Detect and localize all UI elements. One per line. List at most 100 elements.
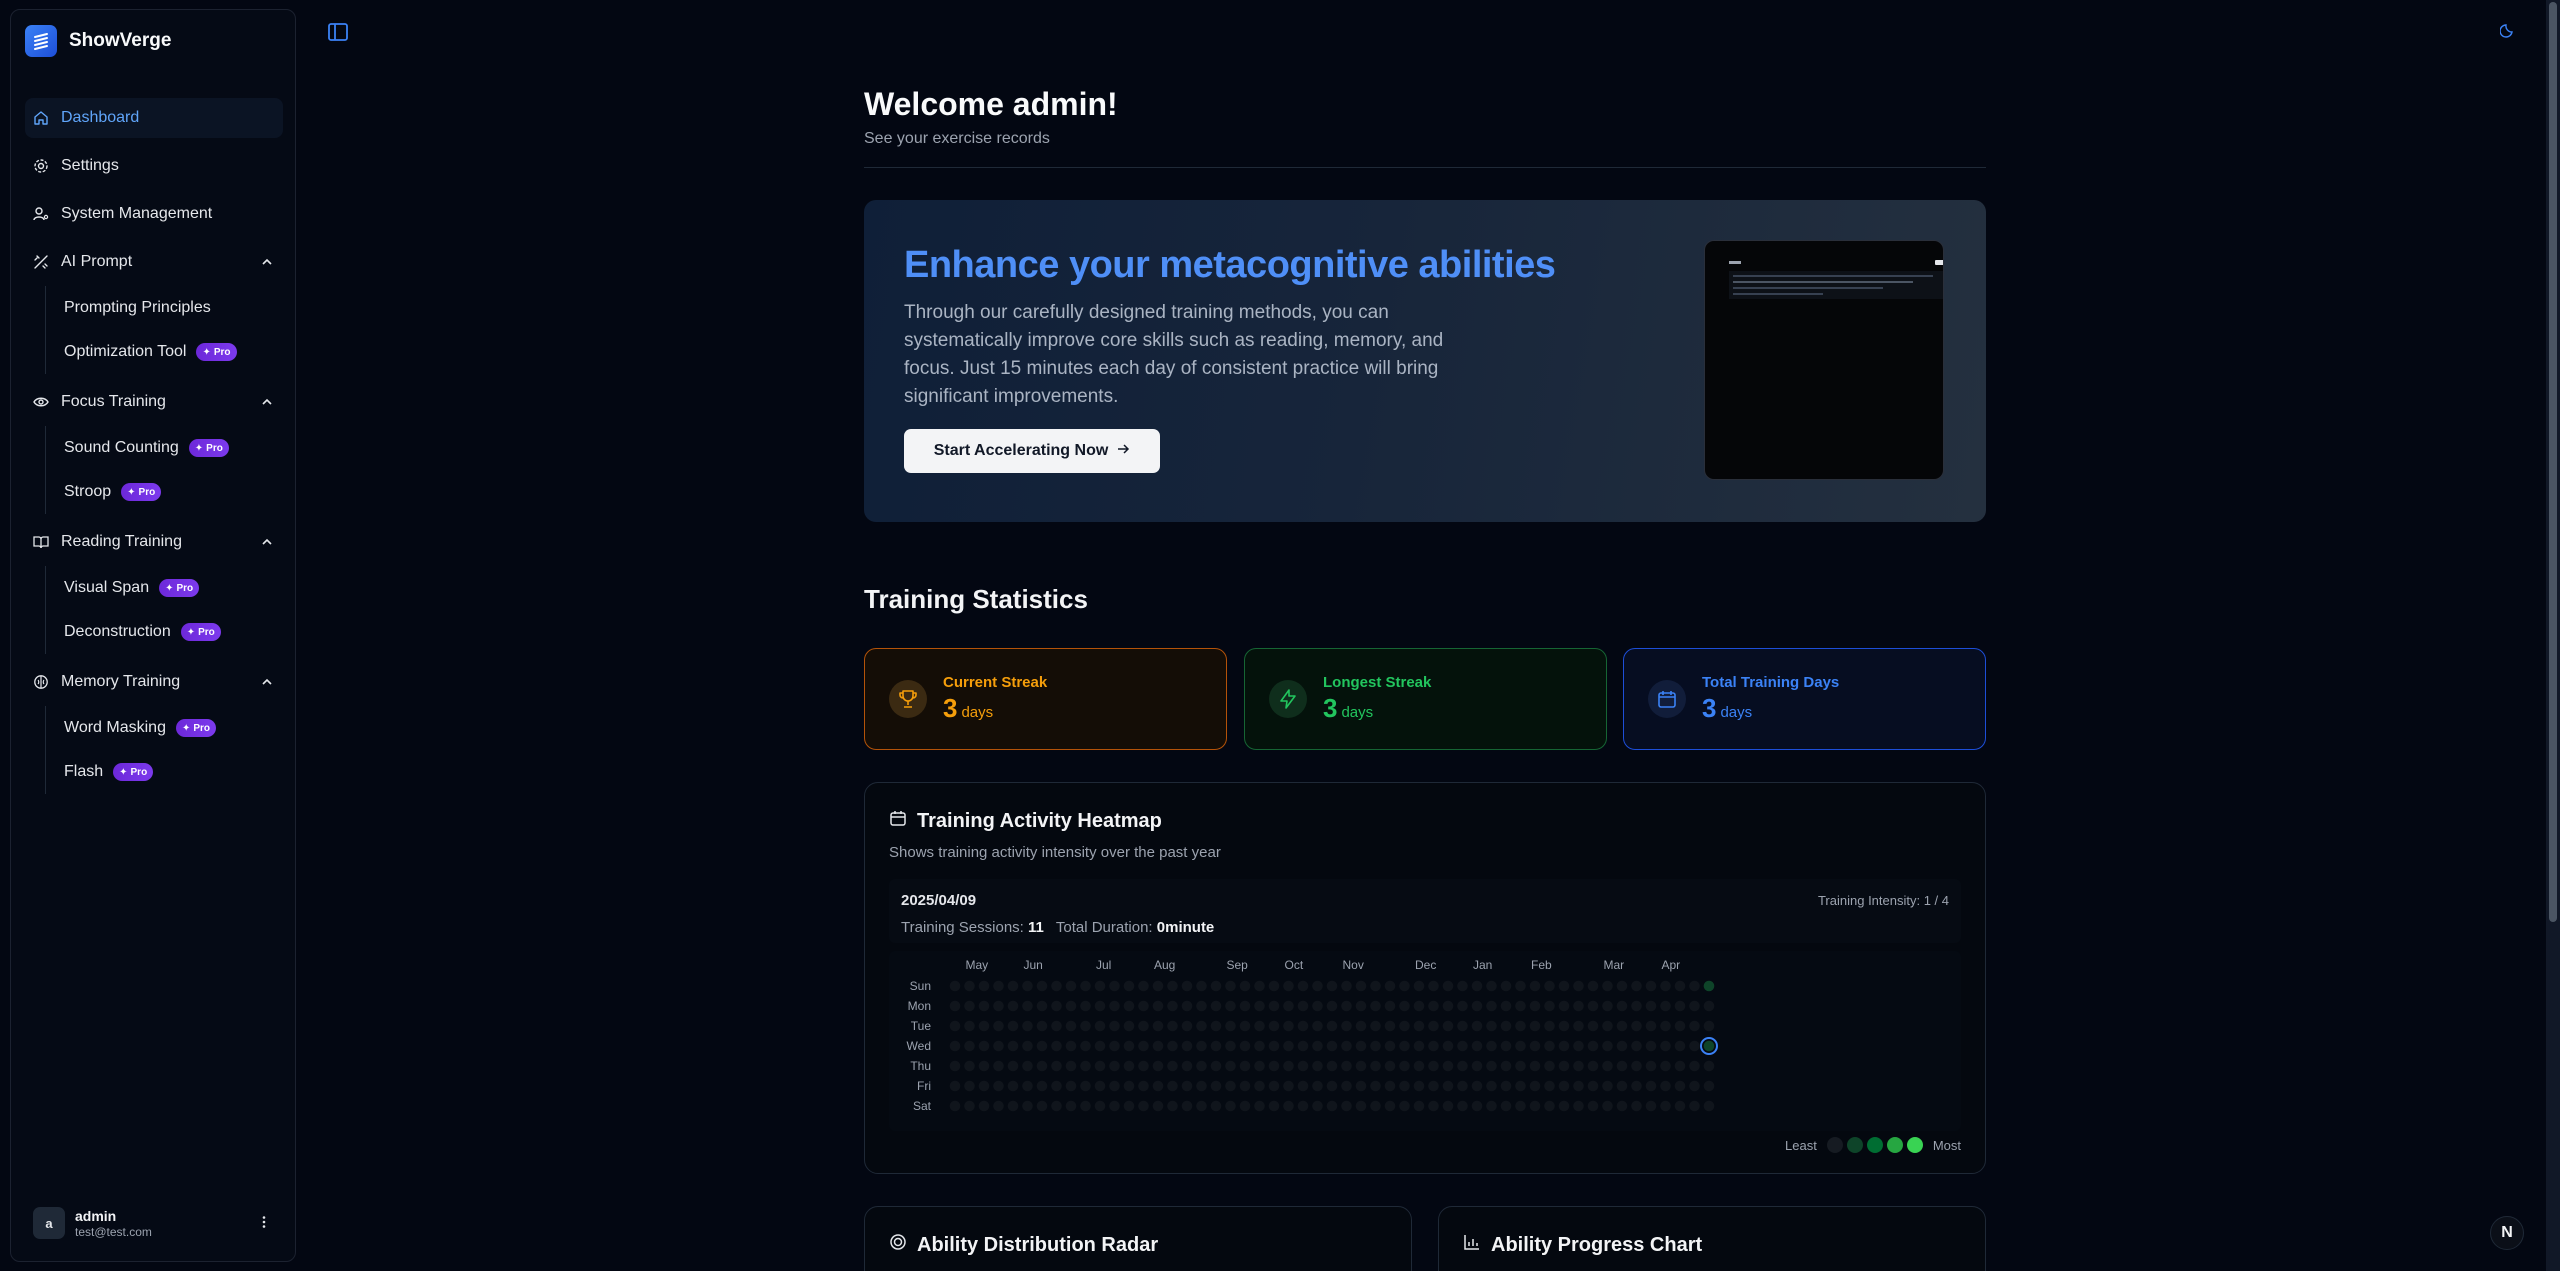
heatmap-cell[interactable] (964, 1040, 975, 1052)
heatmap-cell[interactable] (1486, 1020, 1497, 1032)
heatmap-cell[interactable] (1080, 1020, 1091, 1032)
heatmap-cell[interactable] (1196, 1060, 1207, 1072)
heatmap-cell[interactable] (1109, 1000, 1120, 1012)
heatmap-cell[interactable] (949, 1080, 961, 1092)
heatmap-cell[interactable] (993, 1060, 1004, 1072)
heatmap-cell[interactable] (1674, 980, 1686, 992)
heatmap-cell[interactable] (1486, 980, 1497, 992)
heatmap-cell[interactable] (964, 1100, 975, 1112)
heatmap-cell[interactable] (1036, 1020, 1048, 1032)
heatmap-cell[interactable] (1254, 1100, 1265, 1112)
heatmap-cell[interactable] (1152, 1060, 1164, 1072)
heatmap-cell[interactable] (1587, 1060, 1599, 1072)
heatmap-cell[interactable] (1210, 1000, 1222, 1012)
heatmap-cell[interactable] (1703, 1040, 1715, 1052)
heatmap-cell[interactable] (1413, 1040, 1425, 1052)
heatmap-cell[interactable] (1283, 1080, 1294, 1092)
heatmap-cell[interactable] (1109, 1080, 1120, 1092)
brand[interactable]: ShowVerge (25, 25, 171, 57)
heatmap-cell[interactable] (1370, 1020, 1381, 1032)
heatmap-cell[interactable] (1544, 1100, 1555, 1112)
heatmap-cell[interactable] (1645, 1080, 1657, 1092)
heatmap-cell[interactable] (1080, 1080, 1091, 1092)
heatmap-cell[interactable] (993, 1040, 1004, 1052)
heatmap-cell[interactable] (1529, 980, 1541, 992)
heatmap-cell[interactable] (1283, 1040, 1294, 1052)
heatmap-cell[interactable] (1384, 980, 1396, 992)
heatmap-cell[interactable] (1312, 1060, 1323, 1072)
heatmap-cell[interactable] (964, 980, 975, 992)
heatmap-cell[interactable] (1587, 1000, 1599, 1012)
heatmap-cell[interactable] (1196, 980, 1207, 992)
heatmap-cell[interactable] (1544, 1020, 1555, 1032)
heatmap-cell[interactable] (1007, 980, 1019, 992)
heatmap-cell[interactable] (1428, 1000, 1439, 1012)
heatmap-cell[interactable] (1515, 1040, 1526, 1052)
heatmap-cell[interactable] (949, 1100, 961, 1112)
heatmap-cell[interactable] (1616, 1040, 1628, 1052)
heatmap-cell[interactable] (1645, 980, 1657, 992)
heatmap-cell[interactable] (1152, 1020, 1164, 1032)
heatmap-cell[interactable] (1413, 1020, 1425, 1032)
heatmap-cell[interactable] (1167, 980, 1178, 992)
heatmap-cell[interactable] (1631, 1080, 1642, 1092)
more-vertical-icon[interactable] (257, 1215, 271, 1234)
heatmap-cell[interactable] (1674, 1080, 1686, 1092)
heatmap-cell[interactable] (1022, 1100, 1033, 1112)
heatmap-cell[interactable] (1529, 1020, 1541, 1032)
heatmap-cell[interactable] (964, 1060, 975, 1072)
moon-icon[interactable] (2499, 22, 2516, 43)
sidebar-group-focus-training[interactable]: Focus Training (25, 382, 283, 422)
heatmap-cell[interactable] (1094, 980, 1106, 992)
heatmap-cell[interactable] (1689, 980, 1700, 992)
heatmap-cell[interactable] (1428, 1100, 1439, 1112)
heatmap-cell[interactable] (1152, 1000, 1164, 1012)
heatmap-cell[interactable] (1457, 1060, 1468, 1072)
heatmap-cell[interactable] (1007, 1000, 1019, 1012)
heatmap-cell[interactable] (1631, 1100, 1642, 1112)
heatmap-cell[interactable] (1152, 1080, 1164, 1092)
heatmap-cell[interactable] (1631, 1060, 1642, 1072)
heatmap-cell[interactable] (1036, 1080, 1048, 1092)
heatmap-cell[interactable] (1413, 1100, 1425, 1112)
heatmap-cell[interactable] (1225, 1040, 1236, 1052)
sidebar-item-settings[interactable]: Settings (25, 146, 283, 186)
heatmap-cell[interactable] (1486, 1060, 1497, 1072)
heatmap-cell[interactable] (1022, 1040, 1033, 1052)
heatmap-cell[interactable] (978, 980, 990, 992)
heatmap-cell[interactable] (1529, 1080, 1541, 1092)
heatmap-cell[interactable] (1500, 1080, 1512, 1092)
heatmap-cell[interactable] (1486, 1000, 1497, 1012)
heatmap-cell[interactable] (1616, 980, 1628, 992)
heatmap-cell[interactable] (1573, 1020, 1584, 1032)
heatmap-cell[interactable] (1051, 1080, 1062, 1092)
heatmap-cell[interactable] (1152, 980, 1164, 992)
user-profile[interactable]: a admin test@test.com (33, 1207, 281, 1239)
heatmap-cell[interactable] (1471, 1100, 1483, 1112)
heatmap-cell[interactable] (1225, 1060, 1236, 1072)
heatmap-cell[interactable] (1167, 1100, 1178, 1112)
heatmap-cell[interactable] (1007, 1100, 1019, 1112)
heatmap-cell[interactable] (1123, 1060, 1135, 1072)
start-accelerating-button[interactable]: Start Accelerating Now (904, 429, 1160, 473)
heatmap-cell[interactable] (1036, 1060, 1048, 1072)
heatmap-cell[interactable] (1109, 1020, 1120, 1032)
heatmap-cell[interactable] (1471, 1080, 1483, 1092)
sidebar-group-ai-prompt[interactable]: AI Prompt (25, 242, 283, 282)
heatmap-cell[interactable] (1660, 980, 1671, 992)
heatmap-cell[interactable] (1442, 1020, 1454, 1032)
heatmap-cell[interactable] (1341, 1060, 1352, 1072)
heatmap-cell[interactable] (1181, 1020, 1193, 1032)
heatmap-cell[interactable] (1312, 1100, 1323, 1112)
heatmap-cell[interactable] (1355, 1000, 1367, 1012)
heatmap-cell[interactable] (1181, 1060, 1193, 1072)
heatmap-cell[interactable] (1660, 1080, 1671, 1092)
heatmap-cell[interactable] (1254, 1020, 1265, 1032)
sidebar-item-stroop[interactable]: Stroop ✦ Pro (64, 470, 283, 514)
heatmap-cell[interactable] (1239, 1060, 1251, 1072)
heatmap-cell[interactable] (1036, 980, 1048, 992)
heatmap-cell[interactable] (1616, 1100, 1628, 1112)
sidebar-toggle-icon[interactable] (326, 20, 350, 49)
heatmap-cell[interactable] (1254, 1080, 1265, 1092)
heatmap-cell[interactable] (1210, 1040, 1222, 1052)
